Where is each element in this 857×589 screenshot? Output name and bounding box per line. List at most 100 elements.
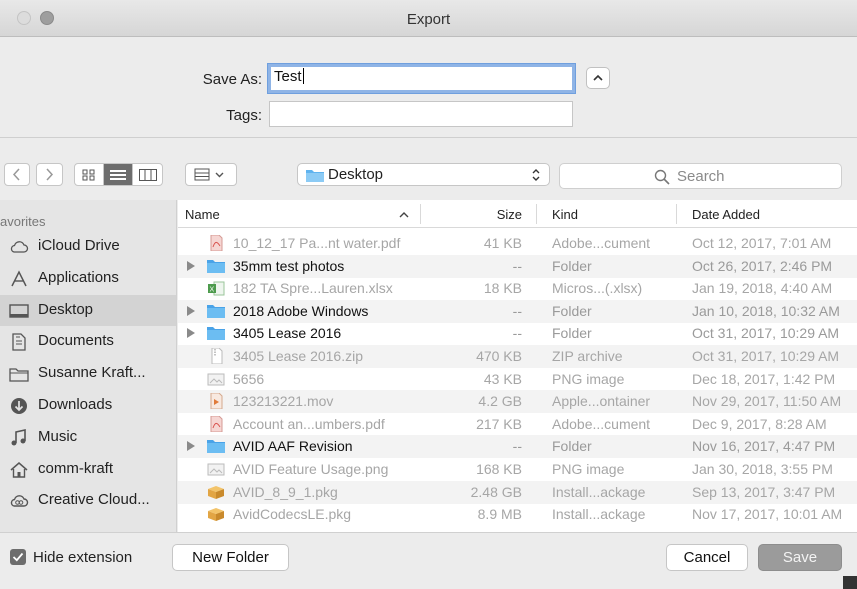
file-date-added: Nov 17, 2017, 10:01 AM <box>692 506 843 523</box>
file-row[interactable]: AVID Feature Usage.png 168 KB PNG image Jan… <box>178 458 857 481</box>
column-header-kind[interactable]: Kind <box>552 207 578 222</box>
save-as-label: Save As: <box>202 71 262 88</box>
back-button[interactable] <box>4 163 30 186</box>
movie-file-icon <box>207 392 225 410</box>
file-date-added: Nov 29, 2017, 11:50 AM <box>692 393 842 410</box>
icon-view-button[interactable] <box>75 164 104 185</box>
file-row[interactable]: 10_12_17 Pa...nt water.pdf 41 KB Adobe...c… <box>178 232 857 255</box>
file-size: 470 KB <box>476 348 522 364</box>
file-date-added: Oct 31, 2017, 10:29 AM <box>692 325 840 342</box>
image-file-icon <box>207 461 225 477</box>
sidebar: avorites iCloud Drive Applications Desktop… <box>0 200 177 532</box>
new-folder-button[interactable]: New Folder <box>172 544 289 571</box>
file-size: 43 KB <box>483 370 522 387</box>
file-row[interactable]: 5656 43 KB PNG image Dec 18, 2017, 1:42 PM <box>178 368 857 391</box>
folder-icon <box>207 303 225 319</box>
hide-extension-label[interactable]: Hide extension <box>33 549 132 566</box>
sidebar-item-label: Downloads <box>38 396 113 413</box>
sidebar-item-desktop[interactable]: Desktop <box>0 294 176 326</box>
folder-row[interactable]: AVID AAF Revision -- Folder Nov 16, 2017, 4… <box>178 435 857 459</box>
disclosure-triangle-icon[interactable] <box>187 305 195 316</box>
file-kind: ZIP archive <box>552 348 623 364</box>
file-size: 4.2 GB <box>478 393 522 410</box>
file-row[interactable]: 3405 Lease 2016.zip 470 KB ZIP archive Oct … <box>178 345 857 368</box>
chevron-updown-icon <box>532 169 540 181</box>
home-icon <box>9 461 29 479</box>
chevron-right-icon <box>46 168 54 181</box>
sidebar-item-downloads[interactable]: Downloads <box>0 390 176 421</box>
file-size: -- <box>512 302 522 319</box>
file-name: 3405 Lease 2016 <box>233 325 342 342</box>
location-label: Desktop <box>328 166 384 183</box>
sidebar-item-comm-kraft[interactable]: comm-kraft <box>0 454 176 485</box>
pdf-file-icon <box>207 234 225 252</box>
tags-field[interactable] <box>269 101 573 127</box>
sidebar-item-music[interactable]: Music <box>0 422 176 453</box>
bottom-bar: Hide extension New Folder Cancel Save <box>0 532 857 589</box>
file-kind: Folder <box>552 325 592 342</box>
file-size: 18 KB <box>483 280 522 297</box>
list-view-button[interactable] <box>104 164 133 185</box>
search-field[interactable]: Search <box>559 163 842 189</box>
sidebar-item-creative-cloud[interactable]: Creative Cloud... <box>0 485 176 516</box>
file-row[interactable]: X 182 TA Spre...Lauren.xlsx 18 KB Micros...… <box>178 277 857 300</box>
folder-icon <box>306 170 324 182</box>
file-name: 182 TA Spre...Lauren.xlsx <box>233 280 393 297</box>
disclosure-triangle-icon[interactable] <box>187 260 195 271</box>
file-size: 2.48 GB <box>470 483 522 500</box>
file-size: 168 KB <box>476 461 522 477</box>
save-as-field[interactable]: Test <box>268 64 575 93</box>
file-row[interactable]: AvidCodecsLE.pkg 8.9 MB Install...ackage No… <box>178 503 857 526</box>
sidebar-item-applications[interactable]: Applications <box>0 263 176 294</box>
save-button[interactable]: Save <box>758 544 842 571</box>
folder-row[interactable]: 2018 Adobe Windows -- Folder Jan 10, 2018, … <box>178 299 857 323</box>
sort-ascending-icon <box>399 212 409 218</box>
file-kind: Install...ackage <box>552 483 646 500</box>
window-title: Export <box>406 11 451 28</box>
arrange-button[interactable] <box>185 163 237 186</box>
column-view-button[interactable] <box>133 164 162 185</box>
forward-button[interactable] <box>36 163 63 186</box>
file-row[interactable]: 123213221.mov 4.2 GB Apple...ontainer Nov 2… <box>178 390 857 414</box>
column-separator <box>420 204 421 224</box>
creative-cloud-icon <box>9 492 29 510</box>
column-header-name[interactable]: Name <box>185 207 220 222</box>
file-list: Name Size Kind Date Added 10_12_17 Pa...… <box>178 200 857 532</box>
tags-label: Tags: <box>226 107 262 124</box>
file-name: 3405 Lease 2016.zip <box>233 348 363 364</box>
list-icon <box>110 169 126 180</box>
columns-icon <box>138 168 157 181</box>
cancel-button[interactable]: Cancel <box>666 544 748 571</box>
file-date-added: Nov 16, 2017, 4:47 PM <box>692 438 836 455</box>
arrange-icon <box>194 168 224 181</box>
disclosure-triangle-icon[interactable] <box>187 441 195 452</box>
hide-extension-checkbox[interactable] <box>10 549 26 565</box>
file-date-added: Dec 9, 2017, 8:28 AM <box>692 415 827 432</box>
folder-icon <box>207 325 225 341</box>
sidebar-item-documents[interactable]: Documents <box>0 326 176 357</box>
file-row[interactable]: AVID_8_9_1.pkg 2.48 GB Install...ackage Sep… <box>178 480 857 504</box>
location-popup[interactable]: Desktop <box>297 163 550 186</box>
file-kind: Folder <box>552 257 592 274</box>
collapse-browser-button[interactable] <box>586 67 610 89</box>
file-name: AVID AAF Revision <box>233 438 353 455</box>
column-header-date-added[interactable]: Date Added <box>692 207 760 222</box>
sidebar-item-susanne-kraft[interactable]: Susanne Kraft... <box>0 358 176 389</box>
disclosure-triangle-icon[interactable] <box>187 328 195 339</box>
view-mode-control <box>74 163 163 186</box>
title-bar: Export <box>0 0 857 37</box>
file-name: AVID_8_9_1.pkg <box>233 483 338 500</box>
column-separator <box>536 204 537 224</box>
desktop-icon <box>9 302 29 320</box>
column-header-size[interactable]: Size <box>428 207 522 222</box>
folder-row[interactable]: 3405 Lease 2016 -- Folder Oct 31, 2017, 10:… <box>178 322 857 345</box>
search-placeholder: Search <box>677 168 725 185</box>
excel-file-icon: X <box>207 280 225 296</box>
downloads-icon <box>9 397 29 415</box>
export-dialog: Export Save As: Test Tags: Desktop Searc… <box>0 0 857 589</box>
sidebar-item-icloud-drive[interactable]: iCloud Drive <box>0 231 176 262</box>
folder-row[interactable]: 35mm test photos -- Folder Oct 26, 2017, 2:… <box>178 254 857 278</box>
file-kind: Install...ackage <box>552 506 646 523</box>
folder-icon <box>9 365 29 383</box>
file-row[interactable]: Account an...umbers.pdf 217 KB Adobe...cum… <box>178 413 857 436</box>
